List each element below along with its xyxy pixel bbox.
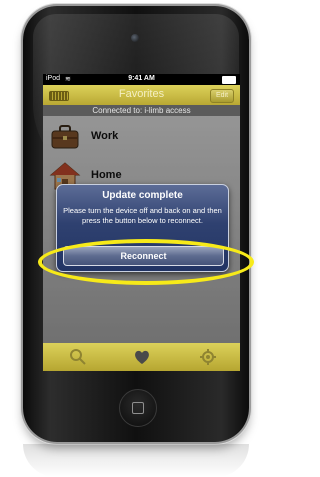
status-bar: iPod ≋ 9:41 AM [43, 74, 240, 85]
favorites-icon[interactable] [133, 348, 151, 366]
edit-button[interactable]: Edit [210, 89, 234, 103]
app-screen: iPod ≋ 9:41 AM Favorites Edit Connected … [43, 74, 240, 371]
home-button[interactable] [119, 389, 157, 427]
tab-bar [43, 343, 240, 371]
nav-bar: Favorites Edit [43, 85, 240, 105]
search-icon[interactable] [69, 348, 87, 366]
device-reflection [23, 444, 249, 477]
camera-icon [131, 34, 139, 42]
connection-status: Connected to: i-limb access [43, 105, 240, 116]
alert-title: Update complete [102, 190, 183, 201]
home-square-icon [132, 402, 144, 414]
settings-icon[interactable] [199, 348, 217, 366]
status-time: 9:41 AM [128, 75, 155, 82]
alert-message: Please turn the device off and back on a… [63, 206, 222, 225]
highlight-ellipse [38, 239, 254, 285]
battery-icon [222, 76, 236, 84]
